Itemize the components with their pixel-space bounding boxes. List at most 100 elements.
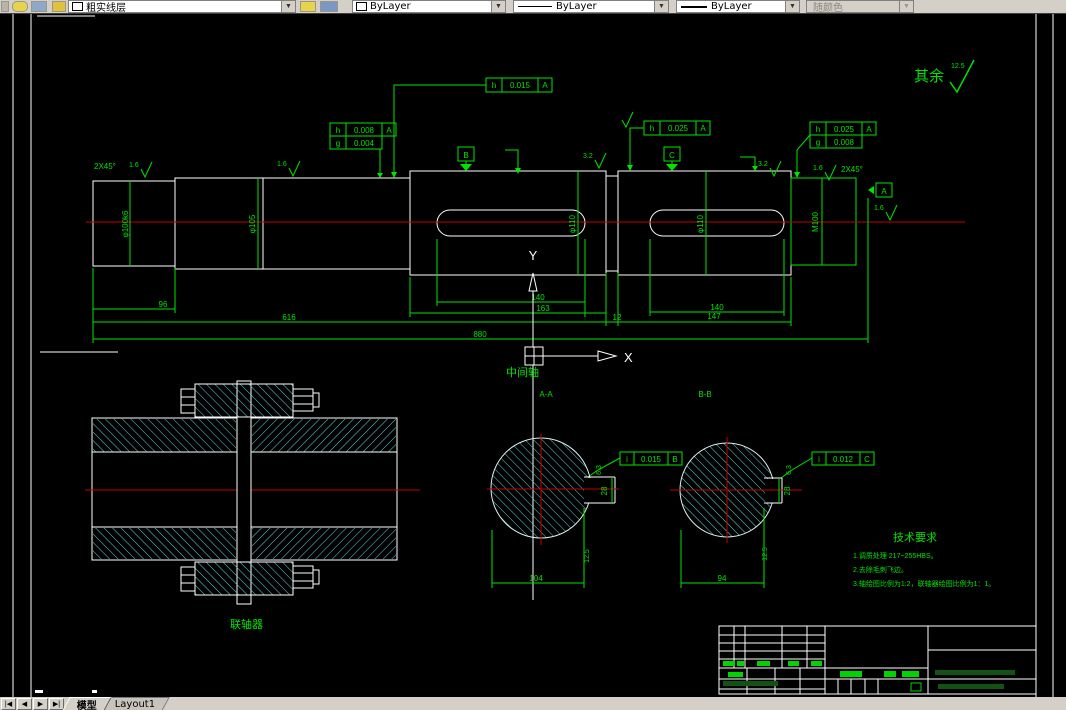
f1-ref1: A	[386, 126, 392, 135]
lineweight-dropdown[interactable]: ByLayer ▼	[676, 0, 800, 13]
linetype-sample	[518, 6, 552, 7]
lineweight-dropdown-value: ByLayer	[711, 1, 752, 12]
chevron-down-icon[interactable]: ▼	[654, 1, 668, 12]
datum-c-label: C	[669, 151, 675, 160]
lineweight-sample	[681, 5, 707, 8]
f5-ref: B	[672, 455, 677, 464]
f1-sym2: g	[336, 139, 340, 148]
f4-sym1: h	[816, 125, 820, 134]
layers-icon[interactable]	[52, 1, 66, 12]
layout-tabs: 模型 Layout1	[62, 697, 171, 710]
layer-color-chip	[72, 2, 83, 11]
dim-sec-b-width: 94	[718, 574, 727, 583]
roughness-32-a: 3.2	[583, 153, 593, 160]
tech-line1: 1.调质处理 217~255HBS。	[853, 551, 938, 560]
coupling-view	[85, 380, 420, 605]
dim-dia3: φ110	[568, 214, 577, 232]
dim-len1: 96	[159, 300, 168, 309]
surplus-value: 12.5	[951, 63, 965, 70]
dim-len2: 616	[282, 313, 296, 322]
section-b-label: B-B	[698, 390, 711, 399]
datum-a-label: A	[881, 187, 887, 196]
f1-sym1: h	[336, 126, 340, 135]
dimension-arrow	[515, 166, 758, 174]
f2-sym: h	[492, 81, 496, 90]
datum-b-label: B	[463, 151, 468, 160]
dim-dia1: φ100k6	[121, 210, 130, 238]
color-dropdown[interactable]: ByLayer ▼	[352, 0, 506, 13]
dim-dia2: φ105	[248, 214, 257, 233]
tab-nav-prev-button[interactable]: ◀	[17, 697, 32, 710]
f3-ref: A	[700, 124, 706, 133]
chevron-down-icon[interactable]: ▼	[785, 1, 799, 12]
tab-layout1[interactable]: Layout1	[100, 697, 171, 710]
f6-ref: C	[864, 455, 870, 464]
tech-title: 技术要求	[893, 531, 937, 544]
toolbar-partial-icon[interactable]	[1, 1, 9, 12]
tech-line3: 3.轴绘图比例为1:2，联轴器绘图比例为1：1。	[853, 579, 995, 588]
linetype-dropdown-value: ByLayer	[556, 1, 597, 12]
chevron-down-icon: ▼	[899, 1, 913, 12]
tech-line2: 2.去除毛刺飞边。	[853, 565, 908, 574]
roughness-125-b: 12.5	[762, 547, 769, 561]
tab-model[interactable]: 模型	[62, 697, 112, 710]
coupling-label: 联轴器	[230, 617, 263, 631]
layout-tab-bar: |◀ ◀ ▶ ▶| 模型 Layout1	[0, 697, 1066, 710]
chevron-down-icon[interactable]: ▼	[491, 1, 505, 12]
title-block-text	[723, 661, 1015, 692]
part-name-label: 中间轴	[506, 365, 539, 379]
dim-groove: 12	[613, 313, 622, 322]
layer-dropdown-value: 粗实线层	[86, 3, 126, 13]
f1-val2: 0.004	[354, 139, 375, 148]
toolbar-icon-b[interactable]	[31, 1, 47, 12]
datum-symbols	[457, 146, 893, 198]
ucs-x-label: X	[624, 350, 633, 365]
dim-key2-len: 140	[710, 303, 724, 312]
toolbar-icon-a[interactable]	[12, 1, 28, 12]
dim-key2-seg: 147	[707, 312, 721, 321]
shaft-dimensions	[92, 149, 869, 343]
f5-sym: i	[626, 455, 628, 464]
linetype-dropdown[interactable]: ByLayer ▼	[513, 0, 669, 13]
chamfer-right-label: 2X45°	[841, 165, 863, 174]
f4-ref1: A	[866, 125, 872, 134]
chamfer-left-label: 2X45°	[94, 162, 116, 171]
toolbar: 粗实线层 ▼ ByLayer ▼ ByLayer ▼ ByLayer ▼ 随颜色…	[0, 0, 1066, 14]
f3-sym: h	[650, 124, 654, 133]
f2-val: 0.015	[510, 81, 531, 90]
model-space-canvas[interactable]: 96 616 880 140 163 12 140 147 φ100k6 φ10…	[0, 0, 1066, 710]
tab-nav-next-button[interactable]: ▶	[33, 697, 48, 710]
dim-key1-seg: 163	[536, 304, 550, 313]
ucs-y-label: Y	[529, 248, 538, 263]
roughness-16-a: 1.6	[129, 162, 139, 169]
chevron-down-icon[interactable]: ▼	[281, 1, 295, 12]
dim-sec-a-width: 104	[529, 574, 543, 583]
f1-val1: 0.008	[354, 126, 375, 135]
f5-val: 0.015	[641, 455, 662, 464]
section-b-view	[670, 437, 802, 588]
layer-dropdown[interactable]: 粗实线层 ▼	[68, 0, 296, 13]
surplus-label: 其余	[914, 67, 944, 85]
tab-nav-first-button[interactable]: |◀	[1, 697, 16, 710]
ucs-icon	[524, 272, 618, 366]
f3-val: 0.025	[668, 124, 689, 133]
f4-val1: 0.025	[834, 125, 855, 134]
tolerance-frames	[329, 77, 877, 479]
section-a-label: A-A	[539, 390, 553, 399]
shaft-outline	[92, 170, 792, 276]
dim-len3: 880	[473, 330, 487, 339]
roughness-16-d: 1.6	[874, 205, 884, 212]
color-chip	[356, 2, 367, 11]
roughness-63-b: 6.3	[786, 465, 793, 475]
dim-dia5: M100	[811, 211, 820, 232]
tab-nav-last-button[interactable]: ▶|	[49, 697, 64, 710]
roughness-16-b: 1.6	[277, 161, 287, 168]
dim-dia4: φ110	[696, 214, 705, 232]
f4-val2: 0.008	[834, 138, 855, 147]
plotstyle-dropdown: 随颜色 ▼	[806, 0, 914, 13]
layer-previous-icon[interactable]	[320, 1, 338, 12]
make-object-layer-current-icon[interactable]	[300, 1, 316, 12]
plotstyle-dropdown-value: 随颜色	[813, 3, 843, 13]
f2-ref: A	[542, 81, 548, 90]
section-a-view	[487, 434, 619, 588]
